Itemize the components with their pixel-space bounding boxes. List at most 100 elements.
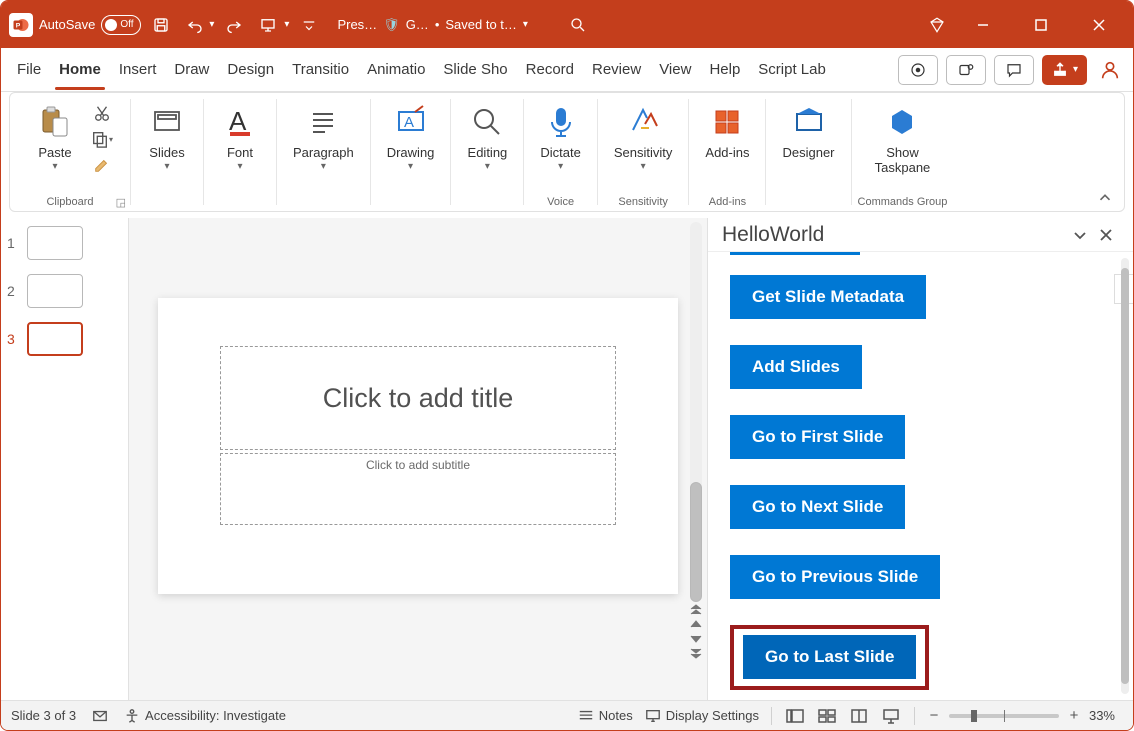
premium-diamond-icon[interactable] <box>923 11 951 39</box>
workarea: 1 2 3 Click to add title Click to add su… <box>1 218 1133 700</box>
tab-scriptlab[interactable]: Script Lab <box>750 55 834 84</box>
designer-icon <box>791 100 827 144</box>
slide-thumb-1[interactable]: 1 <box>7 226 122 260</box>
tab-view[interactable]: View <box>651 55 699 84</box>
zoom-slider[interactable] <box>949 714 1059 718</box>
ribbon-collapse-button[interactable] <box>1086 93 1124 211</box>
record-indicator-button[interactable] <box>898 55 938 85</box>
zoom-slider-knob[interactable] <box>971 710 977 722</box>
clipboard-launcher-icon[interactable]: ◲ <box>116 196 126 209</box>
taskpane-icon <box>884 100 920 144</box>
add-slides-button[interactable]: Add Slides <box>730 345 862 389</box>
go-to-last-slide-button[interactable]: Go to Last Slide <box>743 635 916 679</box>
language-button[interactable] <box>92 708 108 724</box>
toggle-knob <box>105 19 117 31</box>
taskpane-close-button[interactable] <box>1093 222 1119 248</box>
qat-customize-button[interactable] <box>295 11 323 39</box>
show-taskpane-button[interactable]: ShowTaskpane <box>865 98 941 178</box>
taskpane-top-divider <box>730 252 860 255</box>
reading-view-button[interactable] <box>848 707 870 725</box>
teams-present-button[interactable] <box>946 55 986 85</box>
slide-sorter-view-button[interactable] <box>816 707 838 725</box>
commands-group-label: Commands Group <box>858 196 948 208</box>
designer-button[interactable]: Designer <box>772 98 844 163</box>
undo-caret[interactable]: ▾ <box>209 19 214 30</box>
addins-button[interactable]: Add-ins <box>695 98 759 163</box>
nav-down-double-icon[interactable] <box>689 648 703 660</box>
nav-up-icon[interactable] <box>689 618 703 630</box>
tab-help[interactable]: Help <box>701 55 748 84</box>
taskpane-content: Get Slide Metadata Add Slides Go to Firs… <box>708 252 1117 700</box>
tab-home[interactable]: Home <box>51 55 109 84</box>
go-to-first-slide-button[interactable]: Go to First Slide <box>730 415 905 459</box>
tab-design[interactable]: Design <box>219 55 282 84</box>
maximize-button[interactable] <box>1015 1 1067 48</box>
minimize-button[interactable] <box>957 1 1009 48</box>
accessibility-button[interactable]: Accessibility: Investigate <box>124 708 286 724</box>
notes-button[interactable]: Notes <box>578 708 633 724</box>
slides-button[interactable]: Slides▾ <box>137 98 197 174</box>
canvas-scrollbar[interactable] <box>687 222 705 660</box>
doc-dropdown-caret[interactable]: ▾ <box>523 19 528 30</box>
dictate-button[interactable]: Dictate▾ <box>530 98 590 174</box>
document-name: Pres… <box>337 17 377 32</box>
tab-transitions[interactable]: Transitio <box>284 55 357 84</box>
copy-button[interactable]: ▾ <box>89 128 115 150</box>
slide-thumb-2[interactable]: 2 <box>7 274 122 308</box>
zoom-in-button[interactable]: + <box>1067 707 1081 724</box>
slide-counter[interactable]: Slide 3 of 3 <box>11 708 76 723</box>
slideshow-view-button[interactable] <box>880 707 902 725</box>
close-button[interactable] <box>1073 1 1125 48</box>
nav-down-icon[interactable] <box>689 633 703 645</box>
sensitivity-button[interactable]: Sensitivity▾ <box>604 98 683 174</box>
font-button[interactable]: AFont▾ <box>210 98 270 174</box>
share-button[interactable]: ▾ <box>1042 55 1087 85</box>
sensitivity-label: Sensitivity <box>614 146 673 161</box>
paragraph-button[interactable]: Paragraph▾ <box>283 98 364 174</box>
go-to-previous-slide-button[interactable]: Go to Previous Slide <box>730 555 940 599</box>
tab-insert[interactable]: Insert <box>111 55 165 84</box>
slide-canvas[interactable]: Click to add title Click to add subtitle <box>158 298 678 594</box>
autosave-control[interactable]: AutoSave Off <box>39 15 141 35</box>
display-settings-button[interactable]: Display Settings <box>645 708 759 724</box>
taskpane-scrollbar[interactable] <box>1117 252 1133 700</box>
title-placeholder[interactable]: Click to add title <box>220 346 616 450</box>
format-painter-button[interactable] <box>89 154 115 176</box>
tab-slideshow[interactable]: Slide Sho <box>435 55 515 84</box>
get-slide-metadata-button[interactable]: Get Slide Metadata <box>730 275 926 319</box>
tab-review[interactable]: Review <box>584 55 649 84</box>
save-button[interactable] <box>147 11 175 39</box>
drawing-button[interactable]: ADrawing▾ <box>377 98 445 174</box>
editing-button[interactable]: Editing▾ <box>457 98 517 174</box>
tab-animations[interactable]: Animatio <box>359 55 433 84</box>
slide-canvas-area: Click to add title Click to add subtitle <box>129 218 707 700</box>
scroll-thumb[interactable] <box>690 482 702 602</box>
search-button[interactable] <box>564 11 592 39</box>
paste-button[interactable]: Paste ▾ <box>25 98 85 174</box>
taskpane-dropdown-button[interactable] <box>1067 222 1093 248</box>
zoom-value[interactable]: 33% <box>1089 708 1115 723</box>
nav-up-double-icon[interactable] <box>689 603 703 615</box>
tab-record[interactable]: Record <box>518 55 582 84</box>
comments-button[interactable] <box>994 55 1034 85</box>
normal-view-button[interactable] <box>784 707 806 725</box>
zoom-out-button[interactable]: − <box>927 707 941 724</box>
tab-file[interactable]: File <box>9 55 49 84</box>
present-caret[interactable]: ▾ <box>284 19 289 30</box>
cut-button[interactable] <box>89 102 115 124</box>
redo-button[interactable] <box>220 11 248 39</box>
present-from-start-button[interactable] <box>254 11 282 39</box>
taskpane-scroll-thumb[interactable] <box>1121 268 1129 684</box>
sensitivity-group-label: Sensitivity <box>618 196 668 208</box>
addins-group-label: Add-ins <box>709 196 746 208</box>
go-to-next-slide-button[interactable]: Go to Next Slide <box>730 485 905 529</box>
autosave-label: AutoSave <box>39 17 95 32</box>
undo-button[interactable] <box>181 11 209 39</box>
notes-label: Notes <box>599 708 633 723</box>
subtitle-placeholder[interactable]: Click to add subtitle <box>220 453 616 525</box>
tab-draw[interactable]: Draw <box>166 55 217 84</box>
account-icon[interactable] <box>1095 55 1125 85</box>
document-title-area[interactable]: Pres… 🛡 G… • Saved to t… ▾ <box>337 17 528 33</box>
slide-thumb-3[interactable]: 3 <box>7 322 122 356</box>
autosave-toggle[interactable]: Off <box>101 15 141 35</box>
